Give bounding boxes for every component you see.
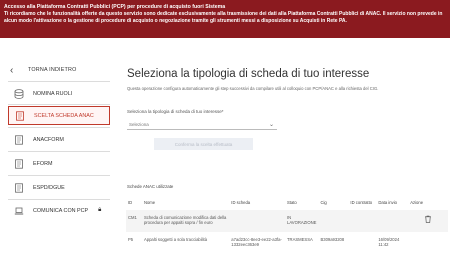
document-icon [14,134,24,145]
cell-cig: B309a93208 [318,232,349,252]
sidebar-item-anacform[interactable]: ANACFORM [8,130,110,149]
divider [8,175,110,176]
cell-azione [408,232,448,252]
banner-title: Accesso alla Piattaforma Contratti Pubbl… [4,4,226,10]
confirm-label: Conferma la scelta effettuata [174,141,233,147]
column-header: Data invio [378,199,397,205]
sidebar-item-label: COMUNICA CON PCP [33,207,89,214]
sidebar-item-scelta-scheda-anac[interactable]: SCELTA SCHEDA ANAC [8,106,110,125]
cell-stato: IN LAVORAZIONE [284,210,319,232]
divider [8,104,110,105]
cell-id: P5 [126,232,142,252]
divider [8,127,110,128]
cell-id: CM1 [126,210,142,232]
back-button[interactable]: ‹ TORNA INDIETRO [10,62,110,78]
column-header: Nome [143,199,156,205]
column-header: Azione [410,199,424,205]
info-banner: Accesso alla Piattaforma Contratti Pubbl… [0,0,450,38]
schede-table: ID Nome ID scheda Stato Cig ID contratto… [126,194,448,252]
cell-cig [318,210,349,232]
sidebar-item-label: SCELTA SCHEDA ANAC [34,112,94,119]
divider [8,81,110,82]
cell-data-invio: 16/09/2024 11:42 [376,232,409,252]
scheda-type-select[interactable]: Seleziona ⌄ [127,119,277,130]
column-header: Cig [320,199,327,205]
sidebar: ‹ TORNA INDIETRO NOMINA RUOLI SCELTA SCH… [2,58,110,260]
column-header: ID scheda [231,199,251,205]
sidebar-item-label: ANACFORM [33,136,64,143]
field-label: Seleziona la tipologia di scheda di tuo … [127,109,224,114]
cell-id-scheda [229,210,285,232]
column-header: ID [128,199,133,205]
table-title: Schede ANAC utilizzate [127,184,174,189]
document-icon [14,182,24,193]
confirm-button[interactable]: Conferma la scelta effettuata [154,138,253,150]
page-description: Questa operazione configura automaticame… [127,86,379,91]
cell-azione [408,210,448,232]
cell-id-contratto [348,232,377,252]
document-icon [15,110,25,121]
trash-icon[interactable] [424,215,432,223]
cell-name: Scheda di comunicazione modifica dati de… [141,210,230,232]
sidebar-item-label: NOMINA RUOLI [33,90,73,97]
sidebar-item-espd-dgue[interactable]: ESPD/DGUE [8,178,110,197]
chevron-left-icon: ‹ [10,64,14,76]
sidebar-item-label: ESPD/DGUE [33,184,65,191]
back-label: TORNA INDIETRO [28,67,77,73]
column-header: Stato [286,199,297,205]
cell-name: Appalti soggetti a sola tracciabilità [141,232,230,252]
cell-stato: TRASMESSA [284,232,319,252]
table-row: CM1 Scheda di comunicazione modifica dat… [126,210,448,232]
cell-id-scheda: a7ad23cc-8ee3-ee22-a3fa-1332eec363e9 [229,232,285,252]
cell-data-invio [376,210,409,232]
lock-icon: 🔒︎ [98,207,102,213]
sidebar-item-label: EFORM [33,160,53,167]
database-icon [14,88,24,99]
cell-id-contratto [348,210,377,232]
select-value: Seleziona [129,121,149,127]
page-title: Seleziona la tipologia di scheda di tuo … [127,68,370,80]
document-icon [14,158,24,169]
chevron-down-icon: ⌄ [268,121,274,128]
sidebar-item-comunica-con-pcp[interactable]: COMUNICA CON PCP 🔒︎ [8,201,110,220]
sidebar-item-eform[interactable]: EFORM [8,154,110,173]
banner-message: Ti ricordiamo che le funzionalità offert… [4,11,443,24]
table-row: P5 Appalti soggetti a sola tracciabilità… [126,232,448,252]
divider [8,199,110,200]
divider [8,151,110,152]
laptop-icon [14,206,24,216]
table-header-row: ID Nome ID scheda Stato Cig ID contratto… [126,194,448,210]
column-header: ID contratto [350,199,373,205]
sidebar-item-nomina-ruoli[interactable]: NOMINA RUOLI [8,84,110,103]
